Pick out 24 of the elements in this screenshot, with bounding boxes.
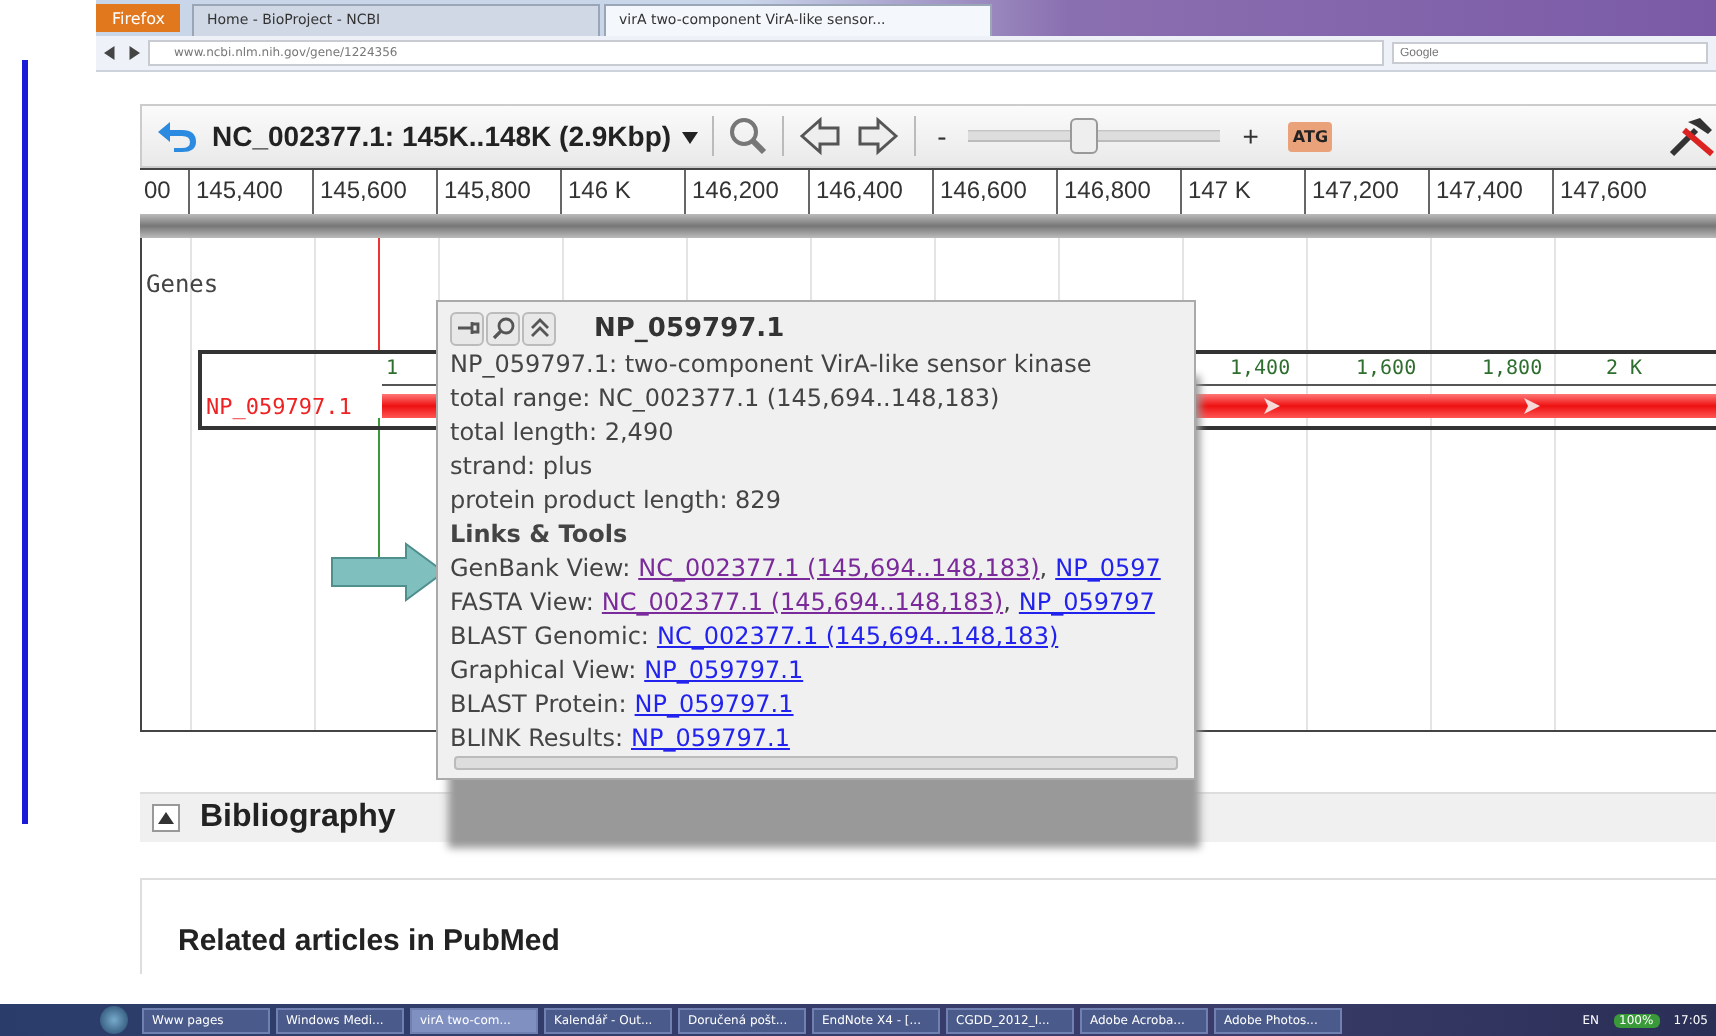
link-label: GenBank View: xyxy=(450,552,631,586)
popup-text: protein product length: 829 xyxy=(450,484,781,518)
popup-text: total range: NC_002377.1 (145,694..148,183) xyxy=(450,382,1000,416)
link-label: BLAST Protein: xyxy=(450,688,627,722)
scale-label: 1,600 xyxy=(1356,358,1417,380)
scale-label: 1 xyxy=(386,358,399,380)
popup-title: NP_059797.1 xyxy=(594,313,785,343)
separator-comma: , xyxy=(1039,552,1048,586)
popup-text: total length: 2,490 xyxy=(450,416,674,450)
section-heading: Links & Tools xyxy=(450,518,628,552)
section-title: Related articles in PubMed xyxy=(178,924,560,958)
section-title: Bibliography xyxy=(200,800,396,836)
track-label: Genes xyxy=(146,270,219,298)
scale-label: 1,400 xyxy=(1230,358,1291,380)
link-label: FASTA View: xyxy=(450,586,594,620)
popup-text: NP_059797.1: two-component VirA-like sensor kinase xyxy=(450,348,1092,382)
separator-comma: , xyxy=(1003,586,1011,620)
ruler-label: 00 xyxy=(142,174,173,208)
scale-label: 2 K xyxy=(1606,358,1643,380)
popup-text: strand: plus xyxy=(450,450,593,484)
link-label: BLAST Genomic: xyxy=(450,620,649,654)
link-label: Graphical View: xyxy=(450,654,637,688)
link-label: BLINK Results: xyxy=(450,722,623,756)
scale-label: 1,800 xyxy=(1482,358,1543,380)
